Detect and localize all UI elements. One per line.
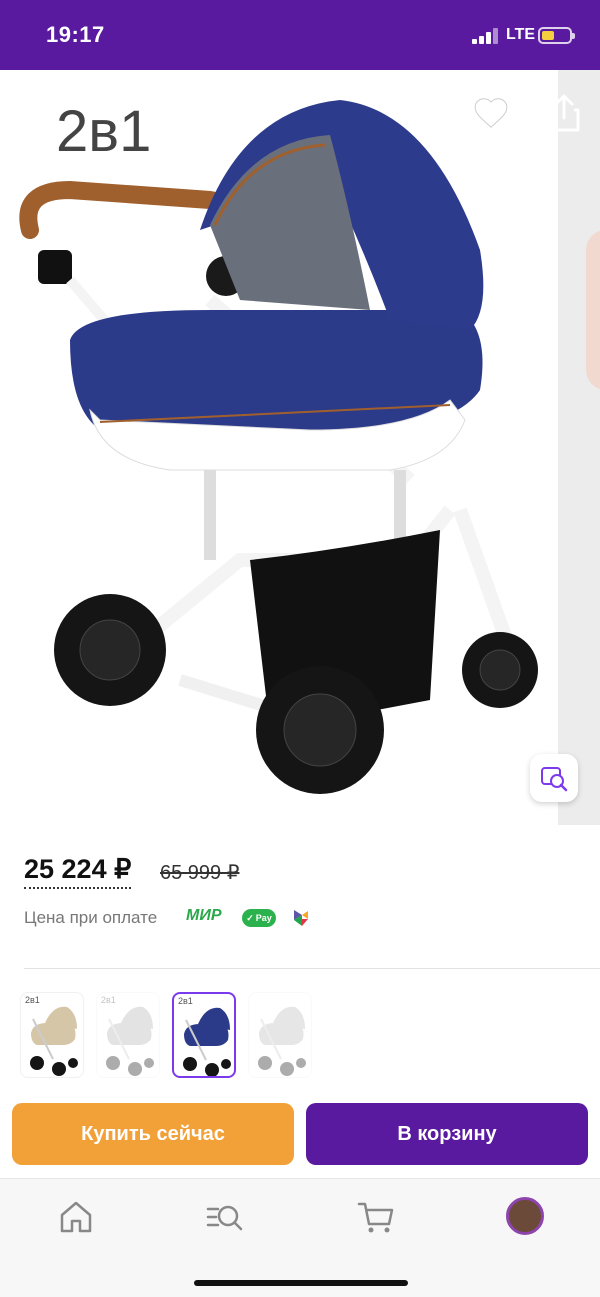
home-indicator bbox=[194, 1280, 408, 1286]
divider bbox=[24, 968, 600, 969]
pay-logo-label: Pay bbox=[255, 913, 272, 923]
profile-avatar[interactable] bbox=[506, 1197, 544, 1235]
check-icon: ✓ bbox=[246, 912, 254, 923]
photo-variant-label: 2в1 bbox=[56, 99, 152, 164]
product-photo[interactable] bbox=[10, 90, 550, 810]
variant-thumbnail[interactable] bbox=[248, 992, 312, 1078]
variant-stroller-image bbox=[106, 1006, 154, 1076]
variant-stroller-image bbox=[183, 1007, 231, 1076]
next-photo-peek[interactable] bbox=[558, 70, 600, 825]
old-price: 65 999 ₽ bbox=[160, 862, 240, 884]
current-price[interactable]: 25 224 ₽ bbox=[24, 854, 132, 889]
visual-search-button[interactable] bbox=[530, 754, 578, 802]
product-gallery[interactable]: 2в1 bbox=[0, 70, 600, 825]
back-icon[interactable] bbox=[24, 96, 54, 132]
sbp-logo-icon bbox=[294, 910, 308, 926]
signal-icon bbox=[472, 28, 498, 44]
add-to-cart-button[interactable]: В корзину bbox=[306, 1103, 588, 1165]
catalog-search-icon[interactable] bbox=[204, 1197, 244, 1237]
home-icon[interactable] bbox=[56, 1197, 96, 1237]
variant-stroller-image bbox=[258, 1006, 306, 1076]
share-icon[interactable] bbox=[546, 92, 582, 134]
buy-now-button[interactable]: Купить сейчас bbox=[12, 1103, 294, 1165]
battery-icon bbox=[538, 27, 575, 44]
price-payment-note: Цена при оплате bbox=[24, 908, 158, 927]
status-bar: 19:17 LTE bbox=[0, 0, 600, 70]
favorite-heart-icon[interactable] bbox=[472, 94, 510, 132]
variant-selector: 2в1 2в1 2в1 bbox=[20, 992, 312, 1080]
cart-icon[interactable] bbox=[356, 1197, 396, 1237]
sber-pay-logo: ✓ Pay bbox=[242, 909, 276, 927]
status-time: 19:17 bbox=[46, 22, 105, 47]
variant-thumbnail[interactable]: 2в1 bbox=[172, 992, 236, 1078]
variant-thumbnail[interactable]: 2в1 bbox=[96, 992, 160, 1078]
mir-payment-logo: МИР bbox=[186, 907, 222, 924]
variant-thumbnail[interactable]: 2в1 bbox=[20, 992, 84, 1078]
image-search-icon bbox=[541, 767, 568, 792]
network-label: LTE bbox=[506, 26, 536, 43]
variant-stroller-image bbox=[30, 1006, 78, 1076]
